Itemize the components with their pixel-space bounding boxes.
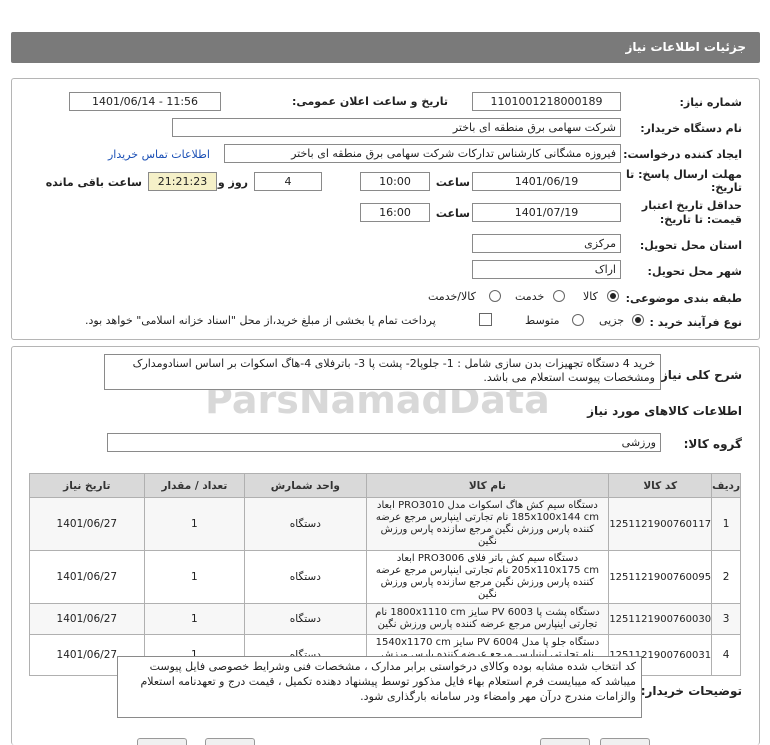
category-both-label: کالا/خدمت xyxy=(428,290,476,303)
deadline-label-2: تاریخ: xyxy=(710,181,742,194)
days-label: روز و xyxy=(217,176,248,189)
item-unit: دستگاه xyxy=(244,550,367,604)
col-code: کد کالا xyxy=(608,473,713,498)
buyer-label: نام دستگاه خریدار: xyxy=(640,122,742,135)
item-date: 1401/06/27 xyxy=(29,497,145,551)
page-title: جزئیات اطلاعات نیاز xyxy=(625,40,746,54)
page-header: جزئیات اطلاعات نیاز xyxy=(11,32,760,63)
process-medium-radio[interactable] xyxy=(572,314,584,326)
announce-field: 1401/06/14 - 11:56 xyxy=(69,92,221,111)
row-number: 4 xyxy=(711,634,741,676)
col-name: نام کالا xyxy=(365,473,610,498)
category-both-radio[interactable] xyxy=(489,290,501,302)
item-name: دستگاه پشت پا PV 6003 سایز 1800x1110 cm … xyxy=(365,603,610,635)
creator-field: فیروزه مشگانی کارشناس تدارکات شرکت سهامی… xyxy=(224,144,621,163)
process-minor-radio[interactable] xyxy=(632,314,644,326)
table-row: 2 1251121900760095 دستگاه سیم کش باتر فل… xyxy=(29,550,741,604)
city-label: شهر محل تحویل: xyxy=(647,265,742,278)
city-field: اراک xyxy=(472,260,621,279)
item-qty: 1 xyxy=(143,497,246,551)
summary-box: خرید 4 دستگاه تجهیزات بدن سازی شامل : 1-… xyxy=(104,354,661,390)
item-code: 1251121900760095 xyxy=(608,550,713,604)
validity-label: حداقل تاریخ اعتبار xyxy=(641,199,742,212)
validity-label-2: قیمت: تا تاریخ: xyxy=(659,213,742,226)
need-number-label: شماره نیاز: xyxy=(679,96,742,109)
buyer-notes-label: توضیحات خریدار: xyxy=(640,684,742,698)
process-label: نوع فرآیند خرید : xyxy=(649,316,742,329)
buyer-field: شرکت سهامی برق منطقه ای باختر xyxy=(172,118,621,137)
item-qty: 1 xyxy=(143,550,246,604)
col-qty: تعداد / مقدار xyxy=(143,473,246,498)
need-number-field: 1101001218000189 xyxy=(472,92,621,111)
table-row: 3 1251121900760030 دستگاه پشت پا PV 6003… xyxy=(29,603,741,635)
category-service-radio[interactable] xyxy=(553,290,565,302)
row-number: 2 xyxy=(711,550,741,604)
item-code: 1251121900760030 xyxy=(608,603,713,635)
item-unit: دستگاه xyxy=(244,497,367,551)
treasury-payment-note: پرداخت تمام یا بخشی از مبلغ خرید،از محل … xyxy=(85,314,436,327)
buyer-contact-link[interactable]: اطلاعات تماس خریدار xyxy=(108,148,210,161)
province-label: استان محل تحویل: xyxy=(639,239,742,252)
category-label: طبقه بندی موضوعی: xyxy=(625,292,742,305)
deadline-time-field: 10:00 xyxy=(360,172,430,191)
process-minor-label: جزیی xyxy=(599,314,625,327)
announce-label: تاریخ و ساعت اعلان عمومی: xyxy=(291,95,448,108)
goods-table: ردیف کد کالا نام کالا واحد شمارش تعداد /… xyxy=(29,473,741,676)
validity-time-label: ساعت xyxy=(435,207,470,220)
item-code: 1251121900760117 xyxy=(608,497,713,551)
treasury-payment-checkbox[interactable] xyxy=(479,313,492,326)
item-qty: 1 xyxy=(143,603,246,635)
item-date: 1401/06/27 xyxy=(29,603,145,635)
days-field: 4 xyxy=(254,172,322,191)
goods-table-header: ردیف کد کالا نام کالا واحد شمارش تعداد /… xyxy=(29,473,741,498)
item-date: 1401/06/27 xyxy=(29,550,145,604)
row-number: 3 xyxy=(711,603,741,635)
goods-group-label: گروه کالا: xyxy=(683,437,742,451)
col-row: ردیف xyxy=(711,473,741,498)
province-field: مرکزی xyxy=(472,234,621,253)
summary-label: شرح کلی نیاز: xyxy=(656,368,742,382)
category-goods-label: کالا xyxy=(583,290,598,303)
item-name: دستگاه سیم کش باتر فلای PRO3006 ابعاد 20… xyxy=(365,550,610,604)
process-medium-label: متوسط xyxy=(525,314,560,327)
bottom-button-partial[interactable] xyxy=(205,738,255,745)
col-date: تاریخ نیاز xyxy=(29,473,145,498)
deadline-time-label: ساعت xyxy=(435,176,470,189)
category-service-label: خدمت xyxy=(515,290,545,303)
validity-date-field: 1401/07/19 xyxy=(472,203,621,222)
row-number: 1 xyxy=(711,497,741,551)
remaining-label: ساعت باقی مانده xyxy=(45,176,142,189)
goods-group-field: ورزشی xyxy=(107,433,661,452)
category-goods-radio[interactable] xyxy=(607,290,619,302)
deadline-label: مهلت ارسال پاسخ: تا xyxy=(626,168,742,181)
creator-label: ایجاد کننده درخواست: xyxy=(623,148,742,161)
table-row: 1 1251121900760117 دستگاه سیم کش هاگ اسک… xyxy=(29,497,741,551)
bottom-button-partial[interactable] xyxy=(137,738,187,745)
deadline-date-field: 1401/06/19 xyxy=(472,172,621,191)
bottom-button-partial[interactable] xyxy=(540,738,590,745)
validity-time-field: 16:00 xyxy=(360,203,430,222)
buyer-notes-box: کد انتخاب شده مشابه بوده وکالای درخواستی… xyxy=(117,656,642,718)
item-name: دستگاه سیم کش هاگ اسکوات مدل PRO3010 ابع… xyxy=(365,497,610,551)
remaining-time-field: 21:21:23 xyxy=(148,172,217,191)
bottom-button-partial[interactable] xyxy=(600,738,650,745)
col-unit: واحد شمارش xyxy=(244,473,367,498)
item-unit: دستگاه xyxy=(244,603,367,635)
goods-section-title: اطلاعات کالاهای مورد نیاز xyxy=(587,404,742,418)
